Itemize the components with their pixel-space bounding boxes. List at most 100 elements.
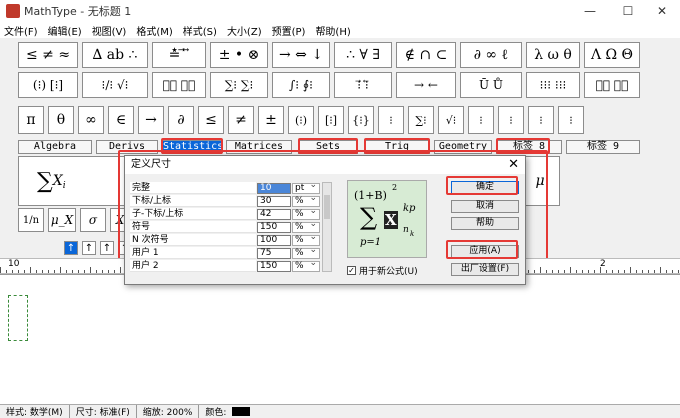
palette-fences[interactable]: (⁝) [⁝] xyxy=(18,72,78,98)
nav-up-button-2[interactable]: ↑ xyxy=(82,241,96,255)
dialog-close-icon[interactable]: ✕ xyxy=(508,156,519,174)
symbol-neq[interactable]: ≠ xyxy=(228,106,254,134)
minimize-button[interactable]: — xyxy=(572,0,608,22)
menu-size[interactable]: 大小(Z) xyxy=(223,23,268,38)
palette-sums[interactable]: ∑⁝ ∑⁝ xyxy=(210,72,268,98)
palette-relations[interactable]: ≤ ≠ ≈ xyxy=(18,42,78,68)
size-value-input[interactable]: 75 xyxy=(257,247,291,259)
status-style[interactable]: 样式: 数学(M) xyxy=(0,405,70,418)
factory-settings-button[interactable]: 出厂设置(F) xyxy=(451,263,519,276)
size-list-scrollbar[interactable] xyxy=(322,182,332,272)
symbol-infinity[interactable]: ∞ xyxy=(78,106,104,134)
template-fraction[interactable]: ⁝ xyxy=(378,106,404,134)
palette-sets[interactable]: ∉ ∩ ⊂ xyxy=(396,42,456,68)
template-sum-xi[interactable]: ∑ Xi xyxy=(18,156,138,206)
use-for-new-checkbox-row[interactable]: ✓ 用于新公式(U) xyxy=(347,264,443,277)
template-mu-x[interactable]: μ_X xyxy=(48,208,76,232)
size-unit-select[interactable]: % xyxy=(292,220,320,233)
size-value-input[interactable]: 150 xyxy=(257,260,291,272)
symbol-partial[interactable]: ∂ xyxy=(168,106,194,134)
palette-logic[interactable]: ∴ ∀ ∃ xyxy=(334,42,392,68)
size-unit-select[interactable]: % xyxy=(292,259,320,272)
template-subscript[interactable]: ⁝ xyxy=(498,106,524,134)
equation-editor[interactable] xyxy=(0,274,680,404)
size-unit-select[interactable]: % xyxy=(292,233,320,246)
use-for-new-checkbox[interactable]: ✓ xyxy=(347,265,356,275)
size-value-input[interactable]: 42 xyxy=(257,208,291,220)
palette-embellishments[interactable]: ≛ ⃗ ⃡ xyxy=(152,42,206,68)
template-sub-sup[interactable]: ⁝ xyxy=(528,106,554,134)
size-value-input[interactable]: 30 xyxy=(257,195,291,207)
menu-help[interactable]: 帮助(H) xyxy=(311,23,356,38)
tab-label-8[interactable]: 标签 8 xyxy=(496,140,562,154)
symbol-theta[interactable]: θ xyxy=(48,106,74,134)
close-button[interactable]: ✕ xyxy=(644,0,680,22)
size-unit-select[interactable]: % xyxy=(292,246,320,259)
tab-sets[interactable]: Sets xyxy=(298,140,358,154)
palette-fractions-radicals[interactable]: ⁝∕⁝ √⁝ xyxy=(82,72,148,98)
status-color[interactable]: 颜色: xyxy=(199,405,232,418)
template-superscript[interactable]: ⁝ xyxy=(468,106,494,134)
tab-derivs[interactable]: Derivs xyxy=(96,140,158,154)
maximize-button[interactable]: ☐ xyxy=(610,0,646,22)
menu-format[interactable]: 格式(M) xyxy=(132,23,178,38)
status-zoom[interactable]: 缩放: 200% xyxy=(137,405,200,418)
cancel-button[interactable]: 取消 xyxy=(451,200,519,213)
scrollbar-thumb[interactable] xyxy=(324,195,330,219)
template-one-over-n[interactable]: 1/n xyxy=(18,208,44,232)
palette-arrows[interactable]: → ⇔ ↓ xyxy=(272,42,330,68)
menu-edit[interactable]: 编辑(E) xyxy=(44,23,88,38)
status-color-swatch[interactable] xyxy=(232,407,251,416)
template-braces[interactable]: {⁝} xyxy=(348,106,374,134)
palette-overbars[interactable]: ⁝⃗ ⁝⃖ xyxy=(334,72,392,98)
symbol-right-arrow[interactable]: → xyxy=(138,106,164,134)
template-parens[interactable]: (⁝) xyxy=(288,106,314,134)
palette-integrals[interactable]: ∫⁝ ∮⁝ xyxy=(272,72,330,98)
size-unit-select[interactable]: pt xyxy=(292,181,320,194)
tab-statistics[interactable]: Statistics xyxy=(162,140,223,154)
palette-greek-upper[interactable]: Λ Ω Θ xyxy=(584,42,640,68)
palette-operators[interactable]: ± • ⊗ xyxy=(210,42,268,68)
tab-algebra[interactable]: Algebra xyxy=(18,140,92,154)
size-unit-select[interactable]: % xyxy=(292,194,320,207)
menu-style[interactable]: 样式(S) xyxy=(179,23,223,38)
template-box[interactable]: ⁝ xyxy=(558,106,584,134)
ruler-tick xyxy=(552,270,553,273)
size-value-input[interactable]: 10 xyxy=(257,182,291,194)
size-unit-select[interactable]: % xyxy=(292,207,320,220)
template-sum[interactable]: ∑⁝ xyxy=(408,106,434,134)
menu-view[interactable]: 视图(V) xyxy=(88,23,133,38)
tab-label-9[interactable]: 标签 9 xyxy=(566,140,640,154)
template-brackets[interactable]: [⁝] xyxy=(318,106,344,134)
palette-products[interactable]: Ū Ů xyxy=(460,72,522,98)
menu-preferences[interactable]: 预置(P) xyxy=(268,23,312,38)
nav-up-button-3[interactable]: ↑ xyxy=(100,241,114,255)
palette-boxes[interactable]: ⁝⃞ ⁝⃞ xyxy=(584,72,640,98)
template-sigma-x[interactable]: σ xyxy=(80,208,106,232)
tab-matrices[interactable]: Matrices xyxy=(226,140,292,154)
tab-geometry[interactable]: Geometry xyxy=(434,140,492,154)
palette-labeled-arrows[interactable]: → ← xyxy=(396,72,456,98)
status-bar: 样式: 数学(M) 尺寸: 标准(F) 缩放: 200% 颜色: xyxy=(0,404,680,418)
empty-slot[interactable] xyxy=(8,295,28,341)
status-size[interactable]: 尺寸: 标准(F) xyxy=(70,405,137,418)
template-mu[interactable]: μ xyxy=(520,156,560,206)
symbol-pi[interactable]: π xyxy=(18,106,44,134)
palette-greek-lower[interactable]: λ ω θ xyxy=(526,42,580,68)
help-button[interactable]: 帮助 xyxy=(451,217,519,230)
ok-button[interactable]: 确定 xyxy=(451,181,519,194)
palette-matrices[interactable]: ⁝⁝⁝ ⁝⁝⁝ xyxy=(526,72,580,98)
nav-up-button-1[interactable]: ↑ xyxy=(64,241,78,255)
symbol-plus-minus[interactable]: ± xyxy=(258,106,284,134)
tab-trig[interactable]: Trig xyxy=(364,140,430,154)
menu-file[interactable]: 文件(F) xyxy=(0,23,44,38)
apply-button[interactable]: 应用(A) xyxy=(451,245,519,258)
size-value-input[interactable]: 100 xyxy=(257,234,291,246)
palette-misc[interactable]: ∂ ∞ ℓ xyxy=(460,42,522,68)
symbol-element-of[interactable]: ∈ xyxy=(108,106,134,134)
size-value-input[interactable]: 150 xyxy=(257,221,291,233)
palette-spaces-ellipses[interactable]: ∆ ab ∴ xyxy=(82,42,148,68)
symbol-leq[interactable]: ≤ xyxy=(198,106,224,134)
template-sqrt[interactable]: √⁝ xyxy=(438,106,464,134)
palette-subscripts[interactable]: ⁝⃞ ⁝⃞ xyxy=(152,72,206,98)
